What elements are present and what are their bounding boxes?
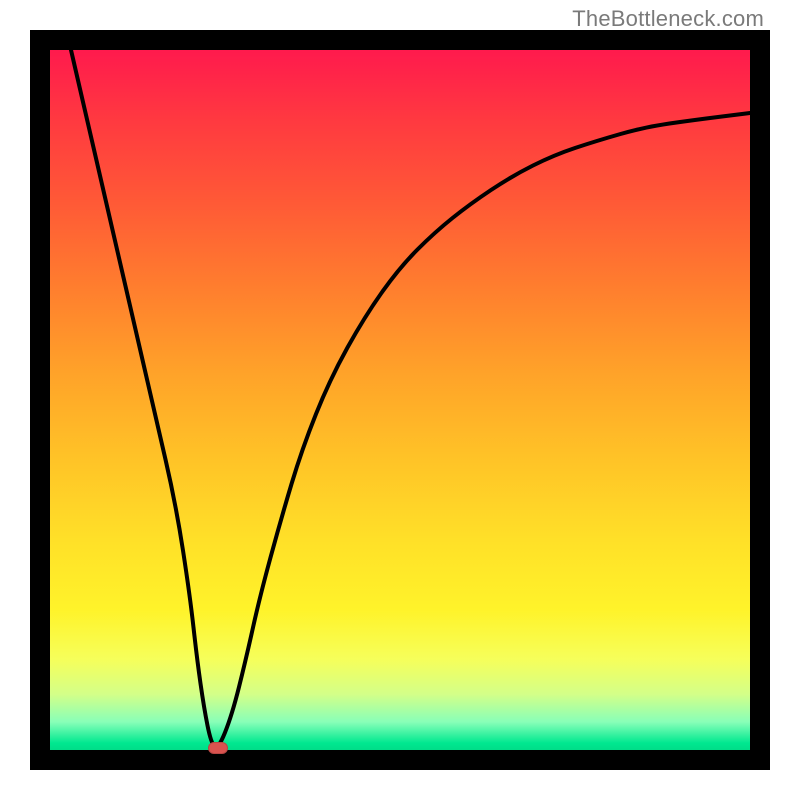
chart-root: TheBottleneck.com [0, 0, 800, 800]
bottleneck-curve [71, 50, 750, 747]
minimum-marker [208, 742, 228, 754]
attribution-text: TheBottleneck.com [572, 6, 764, 32]
plot-area [50, 50, 750, 750]
curve-layer [50, 50, 750, 750]
chart-frame [30, 30, 770, 770]
